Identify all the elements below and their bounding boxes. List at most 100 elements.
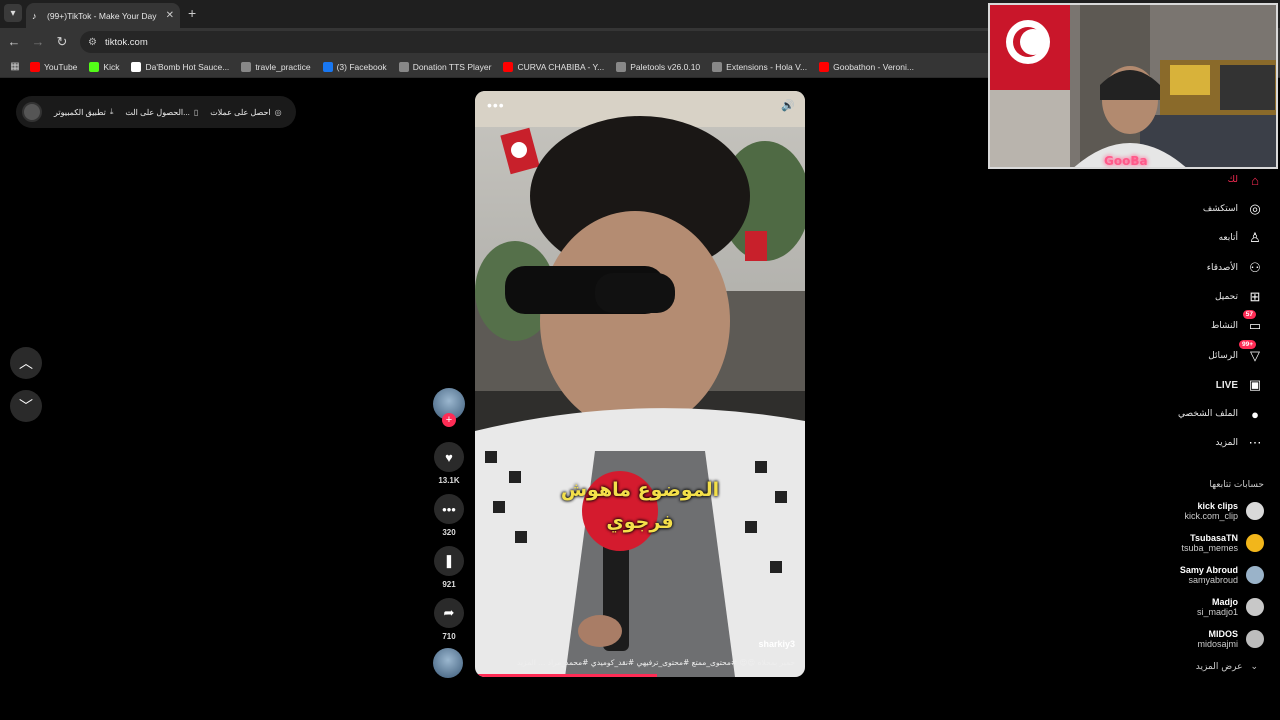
bookmark-icon: ❚ <box>434 546 464 576</box>
previous-video-button[interactable]: ︿ <box>10 347 42 379</box>
see-more-label: عرض المزيد <box>1195 662 1243 672</box>
account-name: Samy Abroud <box>1179 565 1238 575</box>
account-name: MIDOS <box>1208 629 1238 639</box>
bookmark-item[interactable]: Da'Bomb Hot Sauce... <box>131 61 229 72</box>
close-tab-icon[interactable]: ✕ <box>166 10 174 21</box>
site-info-icon[interactable]: ⚙ <box>88 37 97 48</box>
sidebar-item-home[interactable]: ⌂ لك <box>1228 170 1264 190</box>
sidebar-item-upload[interactable]: ⊞ تحميل <box>1215 287 1264 307</box>
comment-icon: ••• <box>434 494 464 524</box>
messages-icon: ▽ +99 <box>1238 340 1264 364</box>
address-bar[interactable]: ⚙ tiktok.com <box>80 31 1000 53</box>
phone-icon: ▯ <box>193 107 199 117</box>
reload-icon[interactable]: ↻ <box>54 34 70 50</box>
sidebar-item-activity[interactable]: ▭ 57 النشاط <box>1211 310 1264 336</box>
friends-icon: ⚇ <box>1249 260 1261 275</box>
creator-avatar[interactable]: + <box>433 388 465 427</box>
bookmark-item[interactable]: YouTube <box>30 61 78 72</box>
sidebar-item-messages[interactable]: ▽ +99 الرسائل <box>1208 340 1264 366</box>
account-text: Samy Abroud samyabroud <box>1180 565 1238 585</box>
bookmark-item[interactable]: Donation TTS Player <box>398 61 491 72</box>
get-app-button[interactable]: الحصول على الت... ▯ <box>125 108 198 117</box>
account-handle: midosajmi <box>1197 639 1238 649</box>
video-player[interactable]: ••• 🔊 الموضوع ماهوش فرجوي sharkiy3 حمير … <box>475 91 805 677</box>
like-button[interactable]: ♥ 13.1K <box>432 442 466 485</box>
video-more-icon[interactable]: ••• <box>487 97 505 113</box>
following-account[interactable]: kick clips kick.com_clip <box>1184 497 1264 525</box>
avatar <box>1246 598 1264 616</box>
new-tab-icon[interactable]: + <box>188 5 196 21</box>
sidebar-item-label: الأصدقاء <box>1206 263 1238 273</box>
sidebar-item-compass[interactable]: ◎ استكشف <box>1203 199 1264 219</box>
avatar <box>1246 534 1264 552</box>
volume-icon[interactable]: 🔊 <box>781 99 795 112</box>
video-caption-line1: الموضوع ماهوش <box>560 479 720 501</box>
comment-button[interactable]: ••• 320 <box>432 494 466 537</box>
facebook-icon <box>322 61 333 72</box>
bookmark-label: travle_practice <box>255 61 311 72</box>
save-button[interactable]: ❚ 921 <box>432 546 466 589</box>
url-text: tiktok.com <box>104 36 148 48</box>
browser-tab[interactable]: ♪ (99+)TikTok - Make Your Day ✕ <box>26 3 180 28</box>
back-icon[interactable]: ← <box>6 34 22 49</box>
bookmark-item[interactable]: Kick <box>89 61 119 72</box>
sidebar-item-label: تحميل <box>1214 292 1238 302</box>
following-account[interactable]: Samy Abroud samyabroud <box>1180 561 1264 589</box>
bookmark-item[interactable]: travle_practice <box>241 61 311 72</box>
apps-grid-icon[interactable]: ▦ <box>0 61 30 72</box>
sidebar-item-label: المزيد <box>1215 438 1238 448</box>
share-button[interactable]: ➦ 710 <box>432 598 466 641</box>
profile-icon: ● <box>1251 406 1259 422</box>
see-more-button[interactable]: عرض المزيد ⌄ <box>1196 662 1258 672</box>
tab-search-icon[interactable]: ▾ <box>4 4 22 22</box>
save-count: 921 <box>442 580 456 589</box>
forward-icon[interactable]: → <box>30 34 46 49</box>
avatar[interactable] <box>22 102 42 122</box>
top-actions-bar: تطبيق الكمبيوتر ⤓ الحصول على الت... ▯ اح… <box>16 96 296 128</box>
live-icon: ▣ <box>1248 377 1262 392</box>
chevron-down-icon: ⌄ <box>1250 662 1258 672</box>
following-account[interactable]: TsubasaTN tsuba_memes <box>1181 529 1264 557</box>
sidebar-item-friends[interactable]: ⚇ الأصدقاء <box>1207 258 1264 278</box>
sidebar-item-label: الملف الشخصي <box>1178 409 1238 419</box>
sidebar-item-more[interactable]: ⋯ المزيد <box>1215 433 1264 453</box>
sidebar-item-following[interactable]: ♙ أتابعه <box>1219 228 1264 248</box>
following-account[interactable]: Madjo si_madjo1 <box>1197 593 1264 621</box>
sidebar-item-label: الرسائل <box>1208 351 1238 361</box>
video-description[interactable]: حمير بمحلاه 😍😍 #محتوى_ممتع #محتوى_ترفيهي… <box>517 658 795 667</box>
video-username[interactable]: sharkiy3 <box>758 639 795 649</box>
puzzle-icon <box>712 61 723 72</box>
account-text: Madjo si_madjo1 <box>1197 597 1238 617</box>
avatar <box>1246 502 1264 520</box>
coin-icon: ◎ <box>274 107 282 117</box>
next-video-button[interactable]: ﹀ <box>10 390 42 422</box>
kick-icon <box>89 61 100 72</box>
follow-plus-icon[interactable]: + <box>442 413 456 427</box>
bookmark-item[interactable]: Paletools v26.0.10 <box>616 61 700 72</box>
account-text: TsubasaTN tsuba_memes <box>1181 533 1238 553</box>
activity-icon: ▭ 57 <box>1242 310 1264 334</box>
home-icon: ⌂ <box>1251 172 1259 188</box>
sidebar-item-profile[interactable]: ● الملف الشخصي <box>1178 404 1264 424</box>
sound-avatar[interactable] <box>433 648 463 678</box>
bookmark-item[interactable]: CURVA CHABIBA - Y... <box>503 61 605 72</box>
streamer-tag: GooBa <box>1104 154 1148 168</box>
bookmark-label: CURVA CHABIBA - Y... <box>517 61 605 72</box>
following-account[interactable]: MIDOS midosajmi <box>1197 625 1264 653</box>
desktop-app-button[interactable]: تطبيق الكمبيوتر ⤓ <box>54 107 113 117</box>
heart-icon: ♥ <box>434 442 464 472</box>
bookmark-label: YouTube <box>44 61 78 72</box>
share-icon: ➦ <box>434 598 464 628</box>
get-coins-button[interactable]: احصل على عملات ◎ <box>210 108 281 117</box>
video-progress-bar[interactable] <box>475 674 657 677</box>
video-frame <box>475 91 805 677</box>
bookmark-item[interactable]: Goobathon - Veroni... <box>819 61 914 72</box>
account-handle: tsuba_memes <box>1181 543 1238 553</box>
compass-icon: ◎ <box>1249 201 1261 216</box>
account-text: kick clips kick.com_clip <box>1184 501 1238 521</box>
chevron-up-icon: ︿ <box>19 355 33 371</box>
bookmark-item[interactable]: (3) Facebook <box>322 61 387 72</box>
bookmark-item[interactable]: Extensions - Hola V... <box>712 61 807 72</box>
get-app-label: الحصول على الت... <box>125 107 190 117</box>
sidebar-item-live[interactable]: ▣ LIVE <box>1216 375 1264 395</box>
